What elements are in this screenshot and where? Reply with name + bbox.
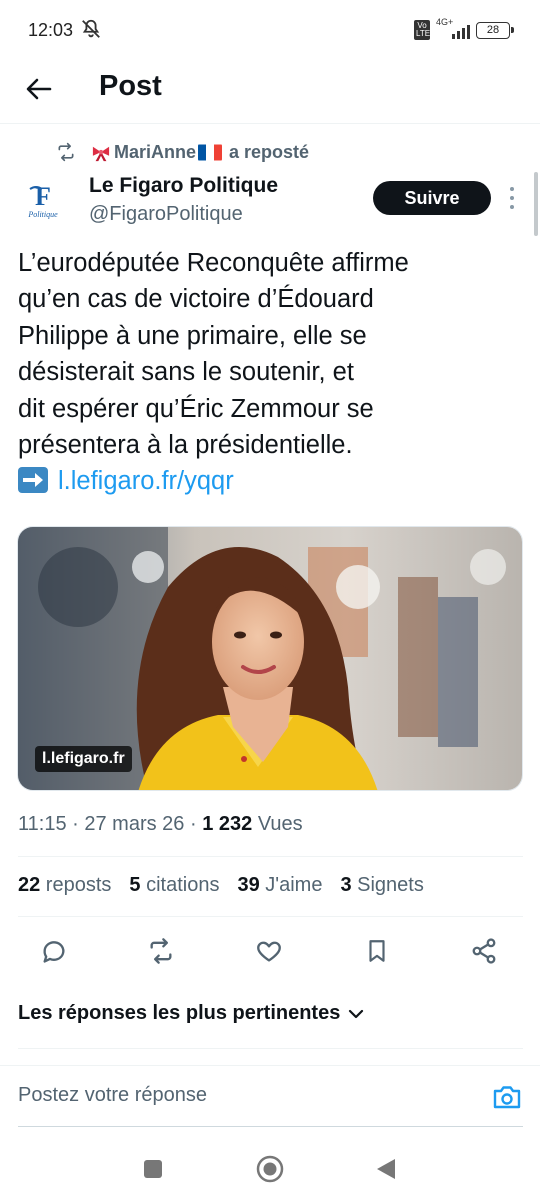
signal-icon: 4G+ [436,17,470,39]
tweet-line: dit espérer qu’Éric Zemmour se [18,394,374,423]
svg-text:Politique: Politique [27,210,58,219]
stat-quotes[interactable]: 5 citations [129,874,219,897]
status-bar: 12:03 Vo LTE 4G+ 28 [0,0,540,60]
engagement-stats: 22 reposts 5 citations 39 J'aime 3 Signe… [18,874,424,897]
tweet-line: présentera à la présidentielle. [18,431,353,460]
reply-composer [0,1065,540,1127]
repost-suffix: a reposté [224,141,310,162]
tweet-media-image[interactable]: l.lefigaro.fr [17,526,523,791]
replies-sort-label: Les réponses les plus pertinentes [18,1002,341,1024]
mute-notifications-icon [82,19,100,38]
figaro-politique-logo: F Politique [27,182,58,219]
scrollbar-thumb[interactable] [534,172,538,236]
status-time: 12:03 [28,20,74,40]
network-type: 4G+ [436,17,454,27]
tweet-time: 11:15 [18,813,67,835]
volte-icon: Vo LTE [414,20,431,40]
author-handle[interactable]: @FigaroPolitique [89,203,243,226]
heart-icon [257,941,281,962]
top-app-bar: Post [0,60,540,124]
tweet-line: qu’en cas de victoire d’Édouard [18,285,374,314]
stat-reposts[interactable]: 22 reposts [18,874,111,897]
ribbon-emoji-icon [92,146,110,161]
action-bar [0,930,540,972]
tweet-meta: 11:15 · 27 mars 26 · 1 232 Vues [18,813,303,835]
page-title: Post [99,70,162,102]
replies-sort-dropdown[interactable]: Les réponses les plus pertinentes [18,1002,364,1025]
follow-button[interactable]: Suivre [373,181,491,215]
share-button[interactable] [463,930,505,972]
stat-likes[interactable]: 39 J'aime [237,874,322,897]
reply-input-underline [18,1126,523,1127]
chevron-down-icon [349,1009,364,1018]
home-button[interactable] [250,1149,290,1189]
back-nav-button[interactable] [366,1149,406,1189]
stat-bookmarks[interactable]: 3 Signets [340,874,423,897]
like-button[interactable] [248,930,290,972]
tweet-line: Philippe à une primaire, elle se [18,321,367,350]
status-icons: Vo LTE 4G+ 28 [414,17,514,40]
triangle-back-icon [377,1159,395,1179]
divider [18,856,523,857]
camera-button[interactable] [490,1082,524,1112]
system-nav-bar [0,1135,540,1199]
reply-input[interactable] [18,1084,458,1107]
tweet-text: L’eurodéputée Reconquête affirme qu’en c… [18,245,488,500]
more-dot-icon [510,187,514,191]
france-flag-icon [198,144,223,161]
reply-icon [43,941,65,963]
divider [18,1048,523,1049]
repost-context[interactable]: MariAnne a reposté [56,138,309,166]
bookmark-button[interactable] [356,930,398,972]
circle-icon [256,1155,284,1183]
repost-icon [58,142,74,162]
camera-icon [493,1086,521,1109]
reply-button[interactable] [33,930,75,972]
divider [18,916,523,917]
repost-icon [150,938,172,964]
battery-level: 28 [486,23,500,36]
right-arrow-emoji-icon [18,467,48,494]
tweet-line: L’eurodéputée Reconquête affirme [18,249,409,277]
back-button[interactable] [22,72,56,106]
repost-user: MariAnne [114,141,197,162]
repost-text: MariAnne a reposté [90,142,309,163]
tweet-link[interactable]: l.lefigaro.fr/yqqr [58,467,234,495]
battery-icon: 28 [476,21,514,39]
tweet-link-line: l.lefigaro.fr/yqqr [18,463,488,499]
media-domain-label: l.lefigaro.fr [35,746,132,772]
share-icon [472,938,496,964]
square-icon [144,1160,162,1178]
tweet-date: 27 mars 26 [84,813,185,835]
recent-apps-button[interactable] [133,1149,173,1189]
more-options-button[interactable] [505,187,519,209]
tweet-line: désisterait sans le soutenir, et [18,358,354,387]
author-avatar[interactable]: F Politique [18,176,68,226]
bookmark-icon [369,940,385,962]
views-count: 1 232 [202,813,253,835]
author-name[interactable]: Le Figaro Politique [89,174,278,198]
repost-button[interactable] [140,930,182,972]
views-label: Vues [252,813,303,835]
arrow-left-icon [26,78,52,100]
